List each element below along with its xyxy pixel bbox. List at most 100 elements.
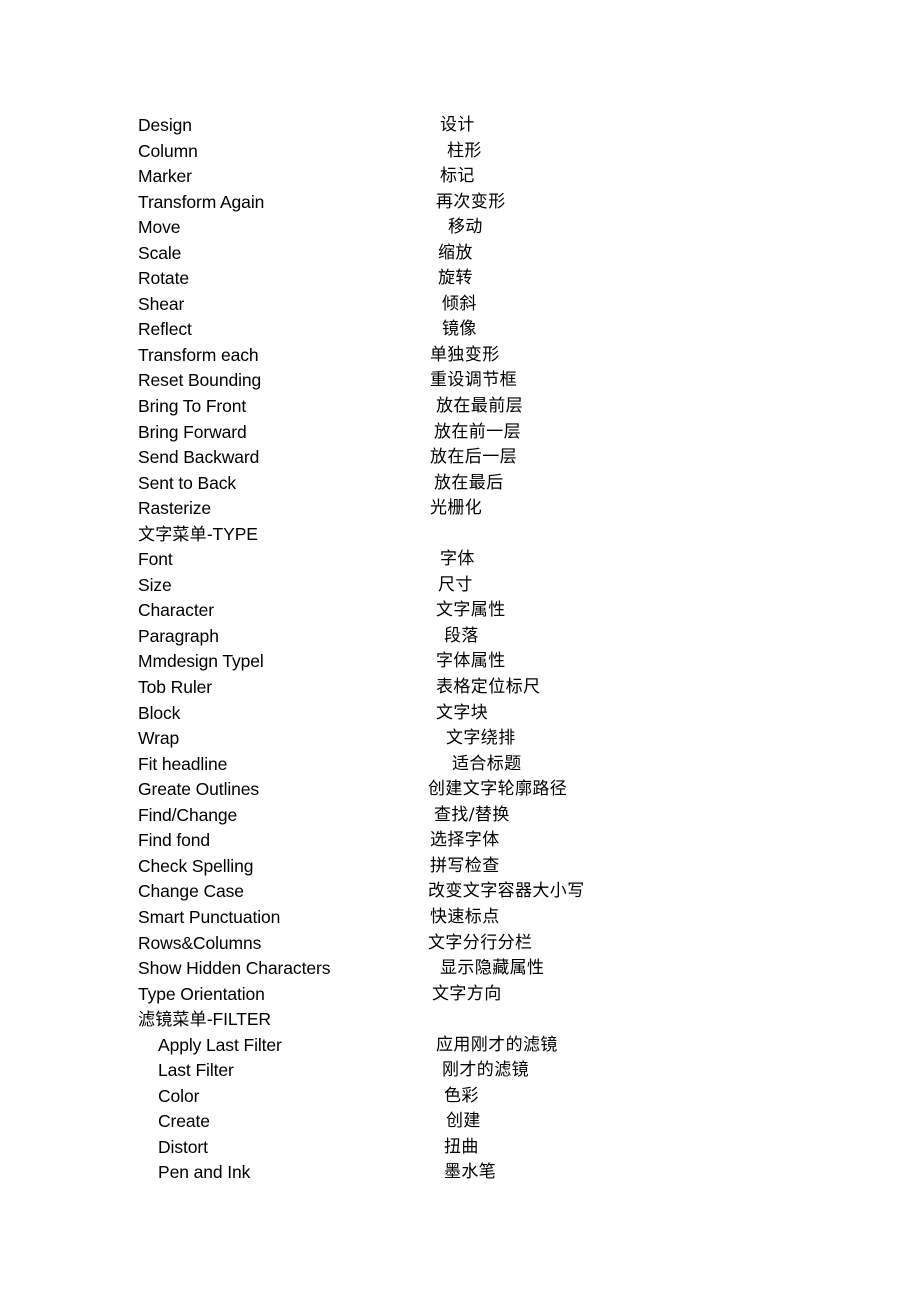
english-term: Paragraph <box>138 625 219 646</box>
chinese-term: 光栅化 <box>430 498 483 519</box>
glossary-row: Find fond 选择字体 <box>138 828 798 854</box>
chinese-term: 查找/替换 <box>434 804 510 825</box>
section-heading-chinese: 滤镜菜单 <box>138 1010 207 1031</box>
english-term: Marker <box>138 166 192 187</box>
english-term: Send Backward <box>138 447 260 468</box>
glossary-row: Shear 倾斜 <box>138 292 798 318</box>
english-term: Fit headline <box>138 753 228 774</box>
glossary-row: Bring To Front 放在最前层 <box>138 394 798 420</box>
glossary-row: Create 创建 <box>138 1109 798 1135</box>
glossary-row: Find/Change 查找/替换 <box>138 803 798 829</box>
chinese-term: 文字分行分栏 <box>428 932 533 953</box>
english-term: Distort <box>158 1136 208 1157</box>
glossary-row: Transform Again 再次变形 <box>138 190 798 216</box>
english-term: Character <box>138 600 214 621</box>
english-term: Find fond <box>138 830 211 851</box>
chinese-term: 缩放 <box>438 242 473 263</box>
english-term: Check Spelling <box>138 855 254 876</box>
glossary-row: Mmdesign Typel 字体属性 <box>138 649 798 675</box>
glossary-row: Change Case 改变文字容器大小写 <box>138 879 798 905</box>
chinese-term: 选择字体 <box>430 830 500 851</box>
english-term: Transform Again <box>138 191 265 212</box>
chinese-term: 镜像 <box>442 319 477 340</box>
glossary-row: Character 文字属性 <box>138 598 798 624</box>
section-heading-label: 滤镜菜单-FILTER <box>138 1007 271 1034</box>
english-term: Column <box>138 140 198 161</box>
english-term: Block <box>138 702 181 723</box>
english-term: Rotate <box>138 268 189 289</box>
english-term: Color <box>158 1085 200 1106</box>
chinese-term: 柱形 <box>447 140 482 161</box>
glossary-row: Scale 缩放 <box>138 241 798 267</box>
english-term: Wrap <box>138 728 180 749</box>
glossary-section-heading: 滤镜菜单-FILTER <box>138 1007 798 1033</box>
chinese-term: 墨水笔 <box>444 1162 497 1183</box>
glossary-row: Show Hidden Characters 显示隐藏属性 <box>138 956 798 982</box>
chinese-term: 段落 <box>444 625 479 646</box>
chinese-term: 尺寸 <box>438 574 473 595</box>
glossary-row: Size 尺寸 <box>138 573 798 599</box>
chinese-term: 单独变形 <box>430 344 500 365</box>
english-term: Mmdesign Typel <box>138 651 264 672</box>
english-term: Pen and Ink <box>158 1162 251 1183</box>
glossary-section-heading: 文字菜单-TYPE <box>138 522 798 548</box>
section-heading-latin: -TYPE <box>206 523 258 544</box>
english-term: Reflect <box>138 319 192 340</box>
glossary-row: Paragraph 段落 <box>138 624 798 650</box>
chinese-term: 改变文字容器大小写 <box>428 881 585 902</box>
chinese-term: 设计 <box>440 115 475 135</box>
glossary-row: Bring Forward 放在前一层 <box>138 420 798 446</box>
glossary-row: Reset Bounding 重设调节框 <box>138 368 798 394</box>
chinese-term: 放在最前层 <box>436 396 523 417</box>
chinese-term: 创建文字轮廓路径 <box>428 779 568 800</box>
glossary-row: Font 字体 <box>138 547 798 573</box>
english-term: Tob Ruler <box>138 677 212 698</box>
chinese-term: 倾斜 <box>442 293 477 314</box>
glossary-row: Tob Ruler 表格定位标尺 <box>138 675 798 701</box>
english-term: Size <box>138 574 172 595</box>
chinese-term: 快速标点 <box>430 906 500 927</box>
english-term: Last Filter <box>158 1060 234 1081</box>
english-term: Move <box>138 217 181 238</box>
english-term: Apply Last Filter <box>158 1034 282 1055</box>
english-term: Design <box>138 115 192 135</box>
english-term: Scale <box>138 242 182 263</box>
glossary-row: Wrap 文字绕排 <box>138 726 798 752</box>
glossary-row: Type Orientation 文字方向 <box>138 982 798 1008</box>
english-term: Reset Bounding <box>138 370 262 391</box>
glossary-row: Send Backward 放在后一层 <box>138 445 798 471</box>
glossary-row: Pen and Ink 墨水笔 <box>138 1160 798 1186</box>
chinese-term: 表格定位标尺 <box>436 677 541 698</box>
glossary-row: Design 设计 <box>138 113 798 139</box>
glossary-row: Reflect 镜像 <box>138 317 798 343</box>
chinese-term: 再次变形 <box>436 191 506 212</box>
glossary-row: Rotate 旋转 <box>138 266 798 292</box>
glossary-row: Column 柱形 <box>138 139 798 165</box>
glossary-row: Rasterize 光栅化 <box>138 496 798 522</box>
chinese-term: 创建 <box>446 1111 481 1132</box>
glossary-row: Smart Punctuation 快速标点 <box>138 905 798 931</box>
english-term: Change Case <box>138 881 244 902</box>
glossary-row: Color 色彩 <box>138 1084 798 1110</box>
chinese-term: 显示隐藏属性 <box>440 958 545 979</box>
english-term: Smart Punctuation <box>138 906 281 927</box>
chinese-term: 放在后一层 <box>430 447 517 468</box>
glossary-row: Sent to Back 放在最后 <box>138 471 798 497</box>
glossary-row: Marker 标记 <box>138 164 798 190</box>
english-term: Sent to Back <box>138 472 237 493</box>
glossary-row: Fit headline 适合标题 <box>138 752 798 778</box>
chinese-term: 旋转 <box>438 268 473 289</box>
chinese-term: 适合标题 <box>452 753 522 774</box>
chinese-term: 扭曲 <box>444 1136 479 1157</box>
english-term: Show Hidden Characters <box>138 958 331 979</box>
section-heading-chinese: 文字菜单 <box>138 524 207 545</box>
english-term: Greate Outlines <box>138 779 260 800</box>
chinese-term: 刚才的滤镜 <box>442 1060 529 1081</box>
chinese-term: 字体属性 <box>436 651 506 672</box>
glossary-row: Greate Outlines 创建文字轮廓路径 <box>138 777 798 803</box>
chinese-term: 色彩 <box>444 1085 479 1106</box>
english-term: Font <box>138 549 173 570</box>
section-heading-latin: -FILTER <box>206 1009 271 1030</box>
section-heading-label: 文字菜单-TYPE <box>138 522 258 549</box>
glossary-row: Transform each 单独变形 <box>138 343 798 369</box>
